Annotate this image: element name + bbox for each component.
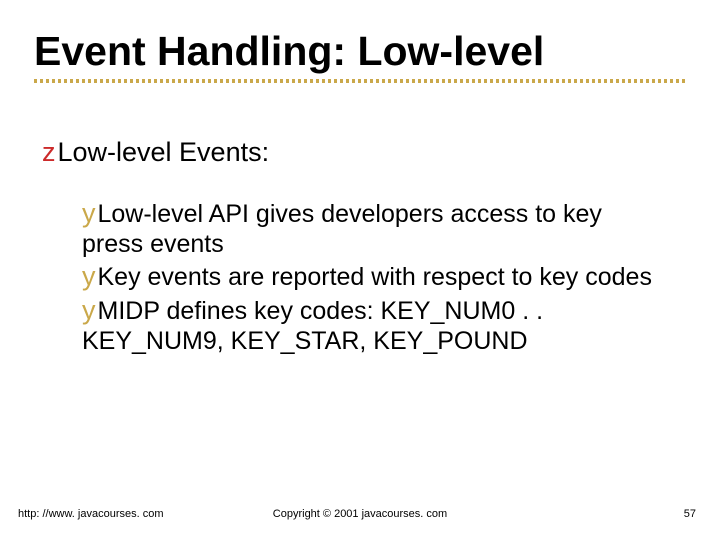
bullet-y-icon: y: [82, 198, 96, 228]
sub-bullet-text: Low-level API gives developers access to…: [82, 200, 602, 258]
title-underline: [34, 79, 686, 83]
footer-page-number: 57: [684, 508, 696, 520]
footer-copyright: Copyright © 2001 javacourses. com: [0, 508, 720, 520]
bullet-y-icon: y: [82, 261, 96, 291]
bullet-level1: zLow-level Events:: [42, 138, 660, 168]
sub-bullets: yLow-level API gives developers access t…: [82, 198, 660, 357]
slide: Event Handling: Low-level zLow-level Eve…: [0, 0, 720, 540]
sub-bullet-item: yMIDP defines key codes: KEY_NUM0 . . KE…: [82, 295, 660, 356]
sub-bullet-item: yKey events are reported with respect to…: [82, 261, 660, 293]
body-content: zLow-level Events: yLow-level API gives …: [42, 138, 660, 358]
sub-bullet-text: Key events are reported with respect to …: [98, 263, 652, 291]
slide-title: Event Handling: Low-level: [34, 30, 686, 73]
sub-bullet-text: MIDP defines key codes: KEY_NUM0 . . KEY…: [82, 297, 543, 355]
bullet-y-icon: y: [82, 295, 96, 325]
bullet-level1-text: Low-level Events:: [58, 137, 270, 167]
sub-bullet-item: yLow-level API gives developers access t…: [82, 198, 660, 259]
bullet-z-icon: z: [42, 137, 56, 167]
title-block: Event Handling: Low-level: [34, 30, 686, 83]
